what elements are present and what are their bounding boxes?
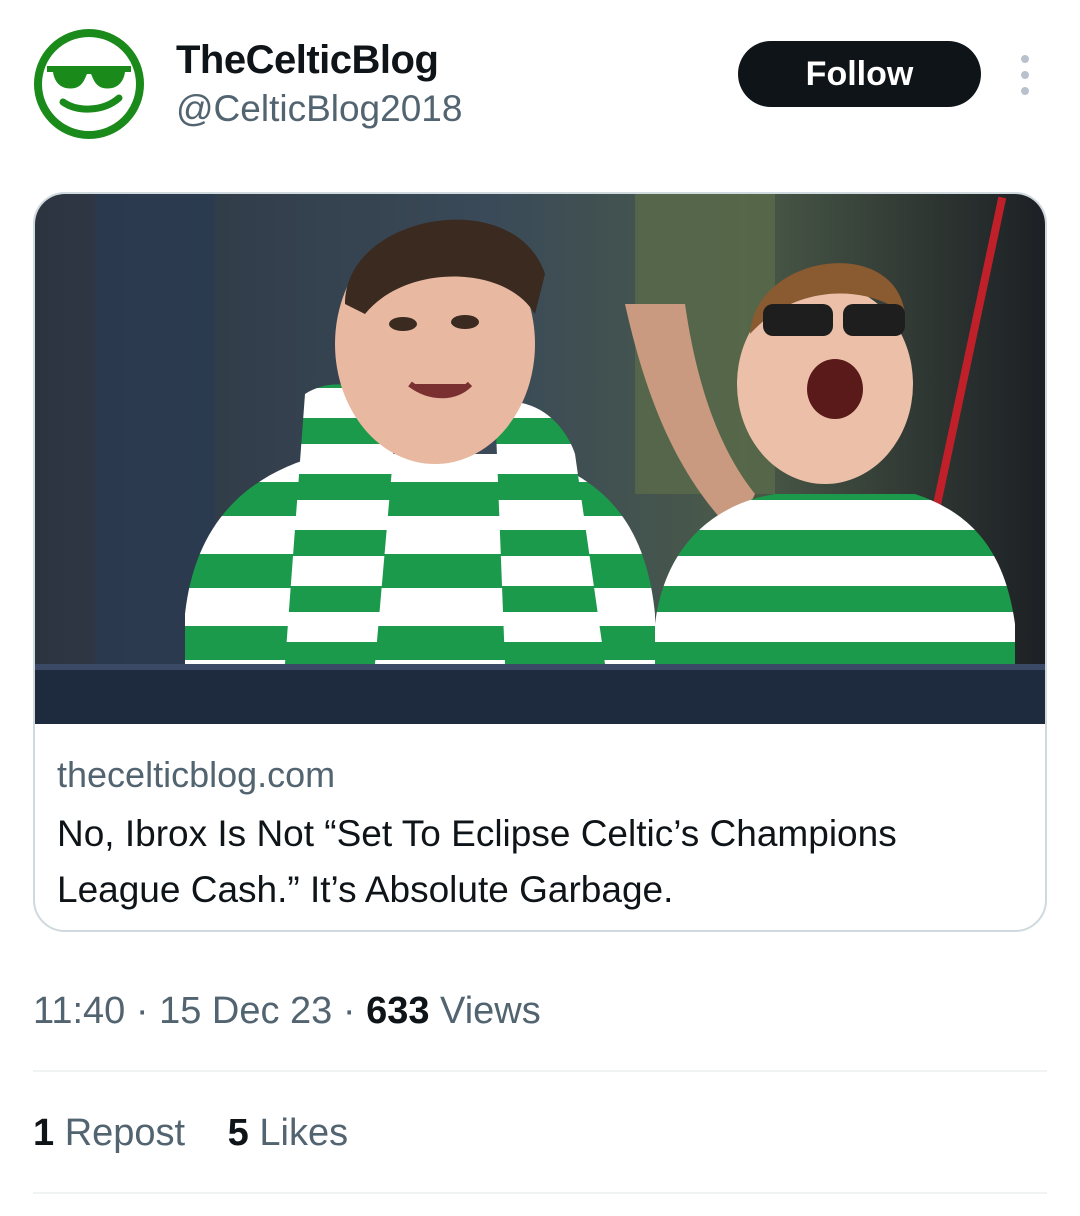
- reposts-stat[interactable]: 1 Repost: [33, 1112, 185, 1155]
- more-vertical-icon[interactable]: [1013, 55, 1037, 95]
- divider: [33, 1070, 1047, 1072]
- meta-separator: ·: [125, 990, 160, 1032]
- tweet-header: TheCelticBlog @CelticBlog2018 Follow: [33, 28, 1047, 144]
- likes-stat[interactable]: 5 Likes: [228, 1112, 348, 1155]
- card-image: [35, 194, 1045, 724]
- views-label: Views: [429, 990, 541, 1032]
- tweet-stats: 1 Repost 5 Likes: [33, 1112, 380, 1155]
- tweet-date[interactable]: 15 Dec 23: [159, 990, 332, 1032]
- meta-separator: ·: [332, 990, 367, 1032]
- profile-name[interactable]: TheCelticBlog: [176, 38, 439, 83]
- divider: [33, 1192, 1047, 1194]
- card-domain: thecelticblog.com: [57, 754, 336, 795]
- views-count: 633: [366, 990, 430, 1032]
- card-title: No, Ibrox Is Not “Set To Eclipse Celtic’…: [57, 813, 897, 910]
- likes-label: Likes: [248, 1112, 349, 1154]
- tweet-meta: 11:40 · 15 Dec 23 · 633 Views: [33, 990, 541, 1033]
- profile-handle[interactable]: @CelticBlog2018: [176, 88, 462, 130]
- tweet-time[interactable]: 11:40: [33, 990, 125, 1032]
- more-dot: [1021, 71, 1029, 79]
- more-dot: [1021, 87, 1029, 95]
- likes-count: 5: [227, 1112, 249, 1154]
- reposts-label: Repost: [54, 1112, 186, 1154]
- more-dot: [1021, 55, 1029, 63]
- follow-button[interactable]: Follow: [738, 41, 981, 107]
- reposts-count: 1: [33, 1112, 55, 1154]
- link-card[interactable]: thecelticblog.com No, Ibrox Is Not “Set …: [33, 192, 1047, 932]
- sunglasses-smiley-icon[interactable]: [33, 28, 145, 140]
